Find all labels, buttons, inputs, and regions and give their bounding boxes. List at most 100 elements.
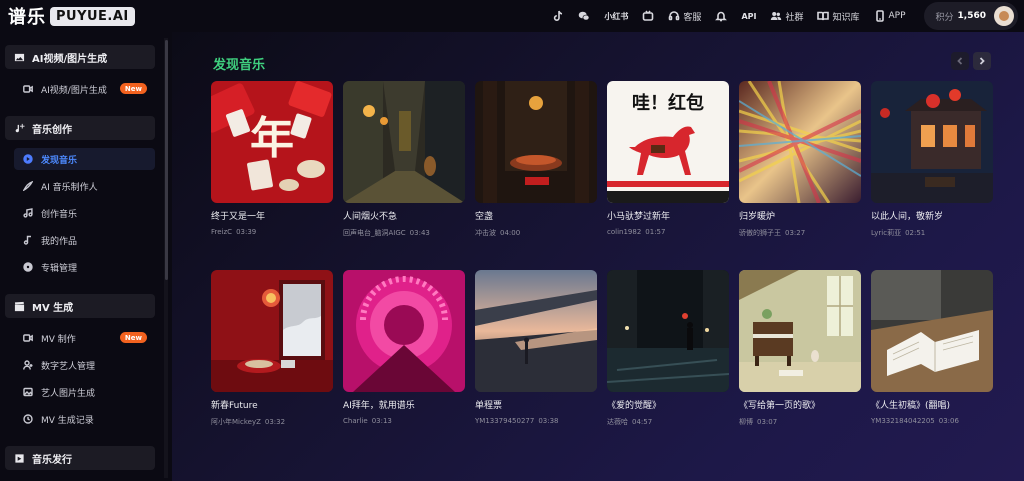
song-card[interactable]: 空盏 冲击波 04:00 xyxy=(475,81,597,238)
song-artist[interactable]: 回声电台_脑洞AIGC xyxy=(343,229,406,237)
song-meta: 冲击波 04:00 xyxy=(475,228,597,238)
notes-icon xyxy=(23,208,33,218)
song-meta: 阿小年MickeyZ 03:32 xyxy=(211,417,333,427)
red-room-snow-cover[interactable] xyxy=(211,270,333,392)
song-meta: FreizC 03:39 xyxy=(211,228,333,236)
song-title[interactable]: 新春Future xyxy=(211,398,333,411)
sidebar-item-album-management[interactable]: 专辑管理 xyxy=(14,256,155,278)
bilibili-icon[interactable] xyxy=(642,10,654,22)
song-artist[interactable]: Charlie xyxy=(343,417,368,425)
section-music-creation[interactable]: 音乐创作 xyxy=(5,116,155,140)
song-card[interactable]: 年 终于又是一年 FreizC 03:39 xyxy=(211,81,333,236)
song-card[interactable]: 《人生初稿》(翻唱) YM332184042205 03:06 xyxy=(871,270,993,425)
avatar[interactable] xyxy=(994,6,1014,26)
pink-spiral-cover[interactable] xyxy=(343,270,465,392)
song-title[interactable]: AI拜年，就用谱乐 xyxy=(343,398,465,411)
app-label: APP xyxy=(888,11,906,21)
sidebar-item-mv-history[interactable]: MV 生成记录 xyxy=(14,408,155,430)
teahouse-cover[interactable] xyxy=(475,81,597,203)
song-card[interactable]: 哇！红包 小马驮梦过新年 colin1982 01:57 xyxy=(607,81,729,236)
music-note-icon xyxy=(23,235,33,245)
community-button[interactable]: 社群 xyxy=(770,10,803,23)
song-artist[interactable]: YM13379450277 xyxy=(475,417,534,425)
sidebar-item-label: 创作音乐 xyxy=(41,209,78,220)
song-title[interactable]: 空盏 xyxy=(475,209,597,222)
section-mv-generation[interactable]: MV 生成 xyxy=(5,294,155,318)
song-duration: 03:27 xyxy=(785,229,806,237)
alley-lantern-cover[interactable] xyxy=(343,81,465,203)
sidebar-item-label: MV 制作 xyxy=(41,334,76,345)
page-title: 发现音乐 xyxy=(213,58,266,73)
sidebar-item-label: AI 音乐制作人 xyxy=(41,182,98,193)
song-title[interactable]: 以此人间，敬新岁 xyxy=(871,209,993,222)
api-link[interactable]: API xyxy=(741,12,756,21)
brand-name-cn: 谱乐 xyxy=(8,7,46,28)
song-artist[interactable]: FreizC xyxy=(211,228,232,236)
sidebar-item-my-works[interactable]: 我的作品 xyxy=(14,229,155,251)
song-title[interactable]: 《人生初稿》(翻唱) xyxy=(871,398,993,411)
header-actions: 小红书 客服 API 社群 知识库 APP 积分 1,560 xyxy=(552,0,1018,32)
wechat-icon[interactable] xyxy=(578,10,590,22)
next-page-button[interactable] xyxy=(973,52,991,70)
section-ai-video-image[interactable]: AI视频/图片生成 xyxy=(5,45,155,69)
sidebar-item-label: 艺人图片生成 xyxy=(41,388,96,399)
clapper-icon xyxy=(13,300,25,312)
prev-page-button[interactable] xyxy=(951,52,969,70)
points-panel[interactable]: 积分 1,560 xyxy=(923,2,1018,30)
song-card[interactable]: 新春Future 阿小年MickeyZ 03:32 xyxy=(211,270,333,427)
brand-logo[interactable]: 谱乐 PUYUE.AI xyxy=(8,3,135,29)
notification-bell-icon[interactable] xyxy=(715,10,728,22)
tiktok-icon[interactable] xyxy=(552,10,564,22)
song-duration: 03:39 xyxy=(236,228,257,236)
station-sunset-cover[interactable] xyxy=(475,270,597,392)
song-card[interactable]: 《爱的觉醒》 达薇哈 04:57 xyxy=(607,270,729,427)
song-artist[interactable]: 阿小年MickeyZ xyxy=(211,418,261,426)
song-artist[interactable]: colin1982 xyxy=(607,228,641,236)
xiaohongshu-link[interactable]: 小红书 xyxy=(604,11,628,22)
sidebar-item-label: MV 生成记录 xyxy=(41,415,94,426)
song-artist[interactable]: 达薇哈 xyxy=(607,418,628,426)
points-value: 1,560 xyxy=(957,11,986,21)
song-card[interactable]: 以此人间，敬新岁 Lyric莉亚 02:51 xyxy=(871,81,993,238)
sidebar-item-discover-music[interactable]: 发现音乐 xyxy=(14,148,155,170)
song-title[interactable]: 单程票 xyxy=(475,398,597,411)
pen-icon xyxy=(23,181,33,191)
song-title[interactable]: 人间烟火不急 xyxy=(343,209,465,222)
light-streak-cover[interactable] xyxy=(739,81,861,203)
lantern-street-cover[interactable] xyxy=(871,81,993,203)
sidebar-item-ai-music-producer[interactable]: AI 音乐制作人 xyxy=(14,175,155,197)
sidebar-item-mv-creation[interactable]: MV 制作 New xyxy=(14,327,155,349)
song-card[interactable]: 单程票 YM13379450277 03:38 xyxy=(475,270,597,425)
song-title[interactable]: 终于又是一年 xyxy=(211,209,333,222)
sidebar-item-artist-image[interactable]: 艺人图片生成 xyxy=(14,381,155,403)
red-new-year-cover[interactable]: 年 xyxy=(211,81,333,203)
song-artist[interactable]: 柳博 xyxy=(739,418,753,426)
song-duration: 01:57 xyxy=(645,228,666,236)
song-artist[interactable]: YM332184042205 xyxy=(871,417,935,425)
sidebar-item-digital-artist[interactable]: 数字艺人管理 xyxy=(14,354,155,376)
sidebar-item-create-music[interactable]: 创作音乐 xyxy=(14,202,155,224)
song-card[interactable]: AI拜年，就用谱乐 Charlie 03:13 xyxy=(343,270,465,425)
song-artist[interactable]: 冲击波 xyxy=(475,229,496,237)
knowledge-base-button[interactable]: 知识库 xyxy=(817,10,860,23)
app-download-button[interactable]: APP xyxy=(874,10,906,22)
song-title[interactable]: 《爱的觉醒》 xyxy=(607,398,729,411)
song-card[interactable]: 《写给第一页的歌》 柳博 03:07 xyxy=(739,270,861,427)
song-title[interactable]: 《写给第一页的歌》 xyxy=(739,398,861,411)
song-card[interactable]: 人间烟火不急 回声电台_脑洞AIGC 03:43 xyxy=(343,81,465,238)
headset-icon xyxy=(669,11,680,21)
sidebar-item-ai-video-image[interactable]: AI视频/图片生成 New xyxy=(14,78,155,100)
song-title[interactable]: 小马驮梦过新年 xyxy=(607,209,729,222)
night-street-cover[interactable] xyxy=(607,270,729,392)
song-title[interactable]: 归岁暖炉 xyxy=(739,209,861,222)
horse-poster-cover[interactable]: 哇！红包 xyxy=(607,81,729,203)
song-artist[interactable]: 骄傲的狮子王 xyxy=(739,229,781,237)
open-book-cover[interactable] xyxy=(871,270,993,392)
song-duration: 03:06 xyxy=(938,417,959,425)
piano-room-cover[interactable] xyxy=(739,270,861,392)
sidebar-scroll-thumb[interactable] xyxy=(165,40,168,280)
section-music-release[interactable]: 音乐发行 xyxy=(5,446,155,470)
support-button[interactable]: 客服 xyxy=(668,10,701,23)
song-card[interactable]: 归岁暖炉 骄傲的狮子王 03:27 xyxy=(739,81,861,238)
song-artist[interactable]: Lyric莉亚 xyxy=(871,229,901,237)
